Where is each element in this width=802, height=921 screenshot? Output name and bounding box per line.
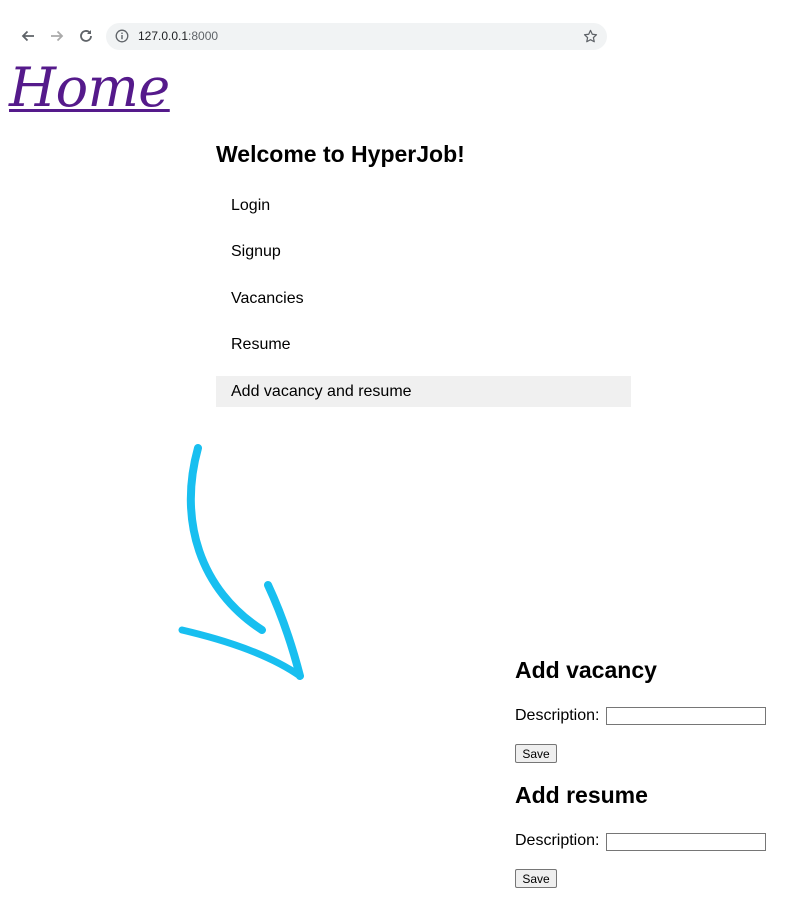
home-link[interactable]: Home <box>9 56 170 121</box>
menu-item-signup[interactable]: Signup <box>216 236 631 267</box>
arrow-icon <box>178 444 304 680</box>
address-bar[interactable]: 127.0.0.1:8000 <box>106 23 607 50</box>
reload-icon[interactable] <box>74 24 98 48</box>
url-host: 127.0.0.1 <box>138 29 189 43</box>
menu-item-resume[interactable]: Resume <box>216 329 631 360</box>
resume-save-button[interactable]: Save <box>515 869 557 888</box>
vacancy-description-label: Description: <box>515 707 600 724</box>
bookmark-star-icon[interactable] <box>583 29 598 44</box>
forward-icon[interactable] <box>45 24 69 48</box>
add-resume-heading: Add resume <box>515 782 648 808</box>
add-vacancy-heading: Add vacancy <box>515 657 657 683</box>
vacancy-save-button[interactable]: Save <box>515 744 557 763</box>
menu-item-add-vacancy-and-resume[interactable]: Add vacancy and resume <box>216 375 631 407</box>
menu-item-vacancies[interactable]: Vacancies <box>216 283 631 314</box>
back-icon[interactable] <box>16 24 40 48</box>
browser-toolbar: 127.0.0.1:8000 <box>0 0 802 60</box>
info-icon[interactable] <box>115 29 129 43</box>
url-port: :8000 <box>188 29 219 43</box>
url-text: 127.0.0.1:8000 <box>138 29 218 43</box>
menu-item-login[interactable]: Login <box>216 190 631 221</box>
vacancy-description-input[interactable] <box>606 707 766 725</box>
resume-description-label: Description: <box>515 832 600 849</box>
nav-menu: Login Signup Vacancies Resume Add vacanc… <box>216 190 631 422</box>
page-title: Welcome to HyperJob! <box>216 141 465 167</box>
resume-description-input[interactable] <box>606 833 766 851</box>
